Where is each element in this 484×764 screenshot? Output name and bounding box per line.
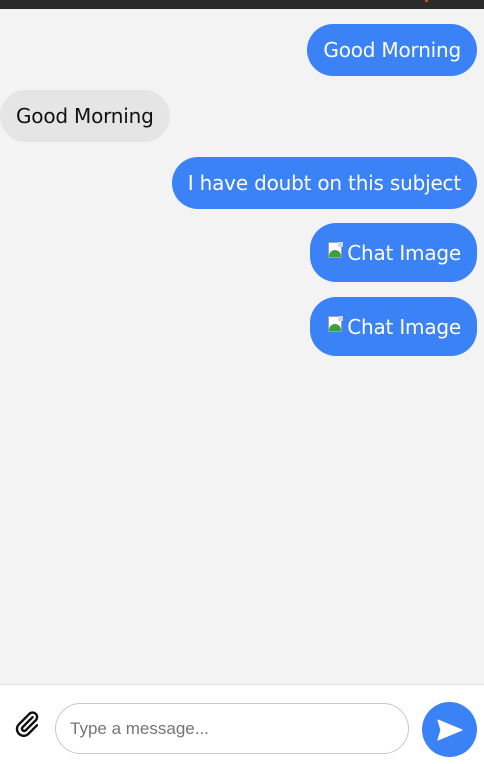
message-input[interactable] [55, 703, 409, 754]
chat-messages[interactable]: Good Morning Good Morning I have doubt o… [0, 9, 484, 684]
message-image[interactable]: Chat Image [310, 297, 477, 356]
broken-image-icon [327, 314, 345, 334]
send-button[interactable] [422, 702, 477, 757]
message-image[interactable]: Chat Image [310, 223, 477, 282]
paperclip-icon [15, 711, 39, 737]
message-text: Good Morning [323, 38, 461, 62]
send-icon [436, 718, 463, 741]
top-bar [0, 0, 484, 9]
image-alt-text: Chat Image [347, 240, 461, 265]
message-sent: I have doubt on this subject [171, 157, 477, 209]
attach-button[interactable] [10, 707, 44, 741]
message-sent: Good Morning [307, 24, 477, 76]
top-bar-accent [425, 0, 428, 2]
message-text: Good Morning [16, 104, 154, 128]
message-text: I have doubt on this subject [187, 171, 461, 195]
message-received: Good Morning [0, 90, 170, 142]
broken-image-icon [327, 240, 345, 260]
message-composer [0, 684, 484, 764]
image-alt-text: Chat Image [347, 314, 461, 339]
